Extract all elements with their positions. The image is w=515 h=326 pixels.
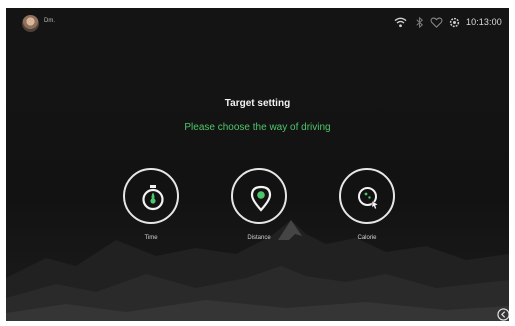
gear-icon[interactable] [448, 16, 461, 29]
clock-time: 10:13:00 [466, 17, 502, 27]
option-calorie-ring[interactable] [339, 168, 395, 224]
user-name: Dm. [44, 18, 55, 24]
status-bar: Dm. 10:13:00 [6, 8, 509, 38]
page-title: Target setting [224, 98, 291, 109]
page-subtitle: Please choose the way of driving [184, 122, 331, 133]
calorie-icon [358, 187, 379, 210]
heart-icon [430, 17, 443, 28]
option-time-ring[interactable] [123, 168, 179, 224]
option-distance-ring[interactable] [231, 168, 287, 224]
option-distance-label: Distance [247, 235, 271, 241]
mountain-background [6, 8, 509, 321]
wifi-icon [394, 17, 407, 28]
back-arrow-icon[interactable] [497, 308, 509, 321]
bluetooth-icon [416, 16, 424, 29]
option-distance[interactable]: Distance [231, 168, 291, 258]
avatar[interactable] [22, 15, 39, 32]
option-calorie-label: Calorie [357, 235, 377, 241]
app-screen: Dm. 10:13:00 Target setting Please choos… [6, 8, 509, 321]
option-time-label: Time [144, 235, 158, 241]
location-pin-icon [250, 185, 272, 212]
option-calorie[interactable]: Calorie [339, 168, 399, 258]
stopwatch-icon [142, 185, 164, 211]
option-time[interactable]: Time [123, 168, 183, 258]
